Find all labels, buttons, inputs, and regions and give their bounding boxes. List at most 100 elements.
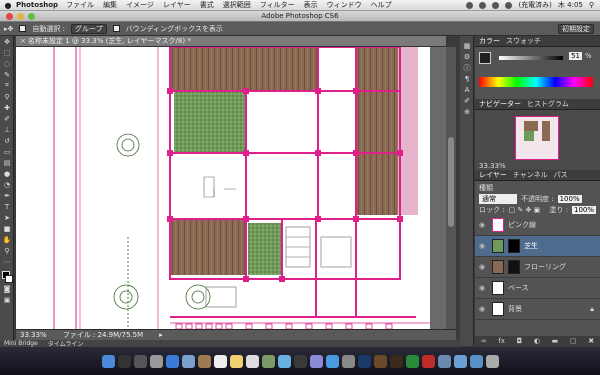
workspace-switcher[interactable]: 初期設定 <box>558 23 594 34</box>
layer-row[interactable]: ◉ 背景 🔒︎ <box>475 299 600 320</box>
navigator-thumbnail[interactable] <box>515 116 559 160</box>
opacity-value[interactable]: 100% <box>557 194 582 203</box>
quick-mask-icon[interactable]: ◙ <box>0 283 14 294</box>
layer-row[interactable]: ◉ ピンク線 <box>475 215 600 236</box>
xcode-icon[interactable] <box>437 354 451 368</box>
bbox-checkbox[interactable] <box>112 25 120 32</box>
visibility-eye-icon[interactable]: ◉ <box>479 263 488 271</box>
quick-select-tool-icon[interactable]: ✎ <box>0 69 14 80</box>
history-brush-tool-icon[interactable]: ↺ <box>0 135 14 146</box>
document-canvas[interactable] <box>16 47 456 329</box>
layer-name[interactable]: 芝生 <box>524 241 538 251</box>
vertical-scrollbar[interactable] <box>446 47 456 329</box>
menu-edit[interactable]: 編集 <box>103 0 117 10</box>
layer-mask-thumbnail[interactable] <box>508 260 520 274</box>
color-spectrum[interactable] <box>479 77 593 87</box>
move-tool-icon[interactable]: ✥ <box>0 36 14 47</box>
menu-select[interactable]: 選択範囲 <box>223 0 251 10</box>
zoom-tool-icon[interactable]: ⚲ <box>0 245 14 256</box>
shape-tool-icon[interactable]: ■ <box>0 223 14 234</box>
info-panel-icon[interactable]: ⓘ <box>460 62 474 73</box>
adjustment-layer-icon[interactable]: ◐ <box>534 337 540 345</box>
blur-tool-icon[interactable]: ● <box>0 168 14 179</box>
tab-navigator[interactable]: ナビゲーター <box>479 99 521 109</box>
menu-layer[interactable]: レイヤー <box>163 0 191 10</box>
messages-icon[interactable] <box>277 354 291 368</box>
fg-color-chip[interactable] <box>479 52 491 64</box>
add-mask-icon[interactable]: ◘ <box>517 337 523 345</box>
wifi-icon[interactable] <box>492 1 500 9</box>
path-select-tool-icon[interactable]: ➤ <box>0 212 14 223</box>
type-tool-icon[interactable]: T <box>0 201 14 212</box>
close-window-icon[interactable] <box>6 13 13 20</box>
dashboard-icon[interactable] <box>117 354 131 368</box>
finder-icon[interactable] <box>101 354 115 368</box>
eyedropper-tool-icon[interactable]: ⚲ <box>0 91 14 102</box>
close-tab-icon[interactable]: × <box>20 37 28 45</box>
menu-type[interactable]: 書式 <box>200 0 214 10</box>
clone-source-panel-icon[interactable]: ⊕ <box>460 106 474 117</box>
hand-tool-icon[interactable]: ✋ <box>0 234 14 245</box>
mission-control-icon[interactable] <box>133 354 147 368</box>
visibility-eye-icon[interactable]: ◉ <box>479 242 488 250</box>
apple-menu-icon[interactable]: ● <box>0 1 16 10</box>
document-tab[interactable]: × 名称未設定 1 @ 33.3% (芝生, レイヤーマスク/8) * <box>16 36 446 47</box>
bluetooth-icon[interactable] <box>479 1 487 9</box>
illustrator-icon[interactable] <box>389 354 403 368</box>
k-slider[interactable] <box>499 56 563 60</box>
tab-swatches[interactable]: スウォッチ <box>506 36 541 46</box>
brush-panel-icon[interactable]: ✐ <box>460 95 474 106</box>
app-store-icon[interactable] <box>325 354 339 368</box>
delete-layer-icon[interactable]: ✖ <box>588 337 594 345</box>
volume-icon[interactable] <box>505 1 513 9</box>
layer-row[interactable]: ◉ 芝生 <box>475 236 600 257</box>
excel-icon[interactable] <box>405 354 419 368</box>
menu-filter[interactable]: フィルター <box>260 0 295 10</box>
navigator-zoom[interactable]: 33.33% <box>479 162 506 170</box>
layer-name[interactable]: ベース <box>508 283 529 293</box>
move-tool-preset-icon[interactable]: ▸✥ <box>4 25 13 33</box>
notes-icon[interactable] <box>229 354 243 368</box>
blend-mode-dropdown[interactable]: 通常 <box>479 193 517 204</box>
k-value[interactable]: 51 <box>569 52 582 60</box>
tab-histogram[interactable]: ヒストグラム <box>527 99 569 109</box>
crop-tool-icon[interactable]: ⌗ <box>0 80 14 91</box>
layer-mask-thumbnail[interactable] <box>508 239 520 253</box>
gradient-tool-icon[interactable]: ▤ <box>0 157 14 168</box>
paragraph-panel-icon[interactable]: ¶ <box>460 73 474 84</box>
launchpad-icon[interactable] <box>149 354 163 368</box>
stamp-tool-icon[interactable]: ⊥ <box>0 124 14 135</box>
layer-row[interactable]: ◉ フローリング <box>475 257 600 278</box>
tab-mini-bridge[interactable]: Mini Bridge <box>4 340 38 347</box>
folder-icon[interactable] <box>453 354 467 368</box>
menu-file[interactable]: ファイル <box>66 0 94 10</box>
trash-icon[interactable] <box>485 354 499 368</box>
lasso-tool-icon[interactable]: ◌ <box>0 58 14 69</box>
menu-image[interactable]: イメージ <box>126 0 154 10</box>
layer-name[interactable]: ピンク線 <box>508 220 536 230</box>
dodge-tool-icon[interactable]: ◔ <box>0 179 14 190</box>
visibility-eye-icon[interactable]: ◉ <box>479 221 488 229</box>
menu-window[interactable]: ウィンドウ <box>327 0 362 10</box>
menu-view[interactable]: 表示 <box>304 0 318 10</box>
fill-value[interactable]: 100% <box>571 205 596 214</box>
photoshop-icon[interactable] <box>357 354 371 368</box>
filter-kind-dropdown[interactable]: 種類 <box>479 183 493 193</box>
layer-name[interactable]: フローリング <box>524 262 566 272</box>
visibility-eye-icon[interactable]: ◉ <box>479 305 488 313</box>
properties-panel-icon[interactable]: ⚙ <box>460 51 474 62</box>
eraser-tool-icon[interactable]: ▭ <box>0 146 14 157</box>
tab-paths[interactable]: パス <box>554 170 568 180</box>
mail-icon[interactable] <box>181 354 195 368</box>
clock[interactable]: 木 4:05 <box>558 0 583 10</box>
lock-icons[interactable]: ▢ ✎ ✥ ▣ <box>509 206 541 214</box>
pen-tool-icon[interactable]: ✒ <box>0 190 14 201</box>
tab-color[interactable]: カラー <box>479 36 500 46</box>
more-tools-icon[interactable]: ⋯ <box>0 256 14 267</box>
layer-style-icon[interactable]: fx <box>498 337 505 345</box>
battery-status[interactable]: (充電済み) <box>518 0 551 10</box>
brush-tool-icon[interactable]: ✐ <box>0 113 14 124</box>
zoom-level[interactable]: 33.33% <box>20 331 47 339</box>
link-layers-icon[interactable]: ∞ <box>481 337 487 345</box>
screen-mode-icon[interactable]: ▣ <box>0 294 14 305</box>
